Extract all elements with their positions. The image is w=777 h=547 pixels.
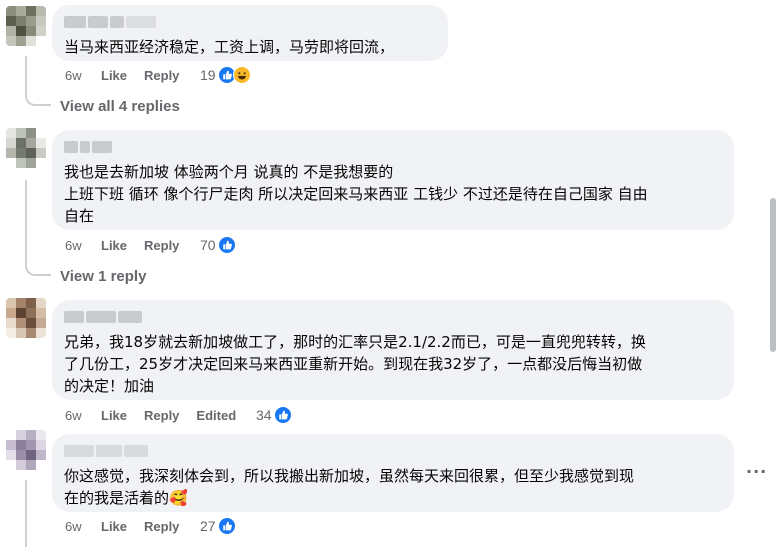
reply-button[interactable]: Reply xyxy=(144,68,179,83)
thread-elbow xyxy=(25,264,51,276)
comment-actions: 6w Like Reply xyxy=(65,519,196,534)
comment-bubble: 我也是去新加坡 体验两个月 说真的 不是我想要的 上班下班 循环 像个行尸走肉 … xyxy=(52,130,734,230)
thread-line xyxy=(25,56,27,96)
view-replies-link[interactable]: View all 4 replies xyxy=(60,98,180,115)
reaction-count: 19 xyxy=(200,67,216,83)
author-name-redacted[interactable] xyxy=(64,141,164,155)
comment-text: 我也是去新加坡 体验两个月 说真的 不是我想要的 上班下班 循环 像个行尸走肉 … xyxy=(64,163,648,225)
comment-timestamp[interactable]: 6w xyxy=(65,238,101,253)
comment-actions: 6w Like Reply Edited xyxy=(65,408,258,423)
comment-bubble: 兄弟，我18岁就去新加坡做工了，那时的汇率只是2.1/2.2而已，可是一直兜兜转… xyxy=(52,300,734,400)
reaction-summary[interactable]: 34 xyxy=(256,406,292,424)
scrollbar-thumb[interactable] xyxy=(770,198,776,352)
comment-timestamp[interactable]: 6w xyxy=(65,408,101,423)
comment-text: 你这感觉，我深刻体会到，所以我搬出新加坡，虽然每天来回很累，但至少我感觉到现 在… xyxy=(64,467,635,507)
avatar[interactable] xyxy=(6,128,46,168)
thread-line xyxy=(25,180,27,266)
reaction-summary[interactable]: 27 xyxy=(200,517,236,535)
reaction-summary[interactable]: 19 xyxy=(200,66,251,84)
comment-text: 当马来西亚经济稳定，工资上调，马劳即将回流， xyxy=(64,38,395,56)
reply-button[interactable]: Reply xyxy=(144,519,179,534)
edited-label[interactable]: Edited xyxy=(196,408,236,423)
comment-actions: 6w Like Reply xyxy=(65,68,196,83)
avatar[interactable] xyxy=(6,298,46,338)
reaction-summary[interactable]: 70 xyxy=(200,236,236,254)
comment-actions: 6w Like Reply xyxy=(65,238,196,253)
reaction-count: 27 xyxy=(200,518,216,534)
more-options-icon[interactable]: ··· xyxy=(746,462,767,481)
like-icon xyxy=(217,517,236,535)
author-name-redacted[interactable] xyxy=(64,16,164,30)
author-name-redacted[interactable] xyxy=(64,445,164,459)
like-icon xyxy=(273,406,292,424)
reply-button[interactable]: Reply xyxy=(144,238,179,253)
comment-bubble: 当马来西亚经济稳定，工资上调，马劳即将回流， xyxy=(52,5,448,61)
avatar[interactable] xyxy=(6,430,46,470)
reaction-count: 34 xyxy=(256,407,272,423)
scrollbar[interactable] xyxy=(769,0,777,547)
like-icon xyxy=(217,236,236,254)
thread-line xyxy=(25,480,27,547)
view-replies-link[interactable]: View 1 reply xyxy=(60,268,146,285)
reply-button[interactable]: Reply xyxy=(144,408,179,423)
reaction-count: 70 xyxy=(200,237,216,253)
like-button[interactable]: Like xyxy=(101,408,127,423)
comment-timestamp[interactable]: 6w xyxy=(65,519,101,534)
like-button[interactable]: Like xyxy=(101,238,127,253)
like-button[interactable]: Like xyxy=(101,68,127,83)
comment-timestamp[interactable]: 6w xyxy=(65,68,101,83)
author-name-redacted[interactable] xyxy=(64,311,164,325)
like-button[interactable]: Like xyxy=(101,519,127,534)
haha-icon xyxy=(232,66,251,84)
comment-bubble: 你这感觉，我深刻体会到，所以我搬出新加坡，虽然每天来回很累，但至少我感觉到现 在… xyxy=(52,434,734,512)
comment-text: 兄弟，我18岁就去新加坡做工了，那时的汇率只是2.1/2.2而已，可是一直兜兜转… xyxy=(64,333,646,395)
thread-elbow xyxy=(25,94,51,106)
avatar[interactable] xyxy=(6,6,46,46)
